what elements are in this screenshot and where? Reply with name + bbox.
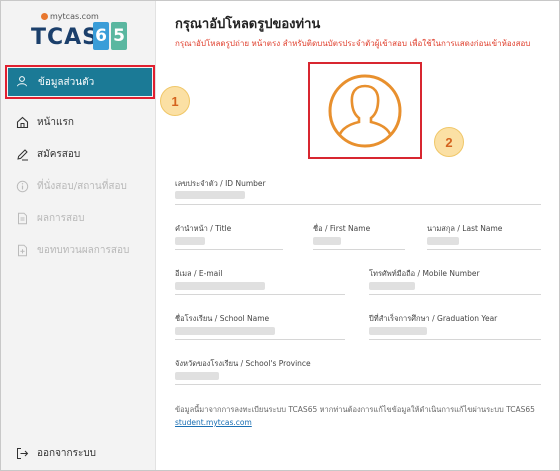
school-name-value [175,327,275,335]
sidebar: mytcas.com TCAS 6 5 ข้อมูลส่วนตัว หน้าแร… [1,1,156,470]
title-value [175,237,205,245]
field-divider [313,249,405,250]
info-icon [15,180,29,194]
sidebar-item-label: ขอทบทวนผลการสอบ [37,245,130,256]
home-icon [15,116,29,130]
title-label: คำนำหน้า / Title [175,224,232,233]
field-divider [175,249,283,250]
id-number-value [175,191,245,199]
logout-button[interactable]: ออกจากระบบ [15,446,96,461]
photo-upload-area[interactable] [308,62,422,159]
logo-site: mytcas.com [50,12,99,21]
mobile-value [369,282,415,290]
logo-digit-5: 5 [111,22,127,50]
mytcas-logo[interactable]: mytcas.com TCAS 6 5 [31,12,131,52]
email-label: อีเมล / E-mail [175,269,223,278]
document-icon [15,212,29,226]
logout-label: ออกจากระบบ [37,448,97,459]
field-divider [427,249,541,250]
page-subtitle: กรุณาอัปโหลดรูปถ่าย หน้าตรง สำหรับติดบนบ… [175,39,531,48]
logo-number: 6 5 [93,22,127,50]
field-divider [369,339,541,340]
sidebar-item-profile[interactable]: ข้อมูลส่วนตัว [5,65,155,99]
school-province-label: จังหวัดของโรงเรียน / School's Province [175,359,311,368]
last-name-value [427,237,459,245]
sidebar-item-result-review[interactable]: ขอทบทวนผลการสอบ [15,243,129,258]
mobile-label: โทรศัพท์มือถือ / Mobile Number [369,269,480,278]
logo-digit-6: 6 [93,22,109,50]
field-divider [175,294,345,295]
avatar-placeholder-icon[interactable] [326,72,404,150]
sidebar-item-apply[interactable]: สมัครสอบ [15,147,80,162]
sidebar-item-label: ที่นั่งสอบ/สถานที่สอบ [37,181,127,192]
pencil-icon [15,148,29,162]
field-divider [175,204,541,205]
document-add-icon [15,244,29,258]
sidebar-item-exam-result[interactable]: ผลการสอบ [15,211,85,226]
sidebar-item-exam-location[interactable]: ที่นั่งสอบ/สถานที่สอบ [15,179,127,194]
sidebar-item-label: ผลการสอบ [37,213,85,224]
field-divider [175,339,345,340]
last-name-label: นามสกุล / Last Name [427,224,503,233]
first-name-value [313,237,341,245]
logout-icon [15,447,29,461]
sidebar-item-home[interactable]: หน้าแรก [15,115,74,130]
sidebar-item-label: สมัครสอบ [37,149,81,160]
field-divider [175,384,541,385]
main-content: กรุณาอัปโหลดรูปของท่าน กรุณาอัปโหลดรูปถ่… [157,1,559,470]
school-province-value [175,372,219,380]
user-icon [16,75,30,89]
email-value [175,282,265,290]
sidebar-item-label: หน้าแรก [37,117,74,128]
student-portal-link[interactable]: student.mytcas.com [175,418,252,427]
page-title: กรุณาอัปโหลดรูปของท่าน [175,17,321,32]
sidebar-item-label: ข้อมูลส่วนตัว [38,76,95,88]
logo-brand: TCAS [31,25,100,50]
first-name-label: ชื่อ / First Name [313,224,371,233]
footer-note: ข้อมูลนี้มาจากการลงทะเบียนระบบ TCAS65 หา… [175,405,535,414]
school-name-label: ชื่อโรงเรียน / School Name [175,314,270,323]
id-number-label: เลขประจำตัว / ID Number [175,179,266,188]
logo-dot-icon [41,13,48,20]
field-divider [369,294,541,295]
graduation-year-value [369,327,427,335]
graduation-year-label: ปีที่สำเร็จการศึกษา / Graduation Year [369,314,498,323]
